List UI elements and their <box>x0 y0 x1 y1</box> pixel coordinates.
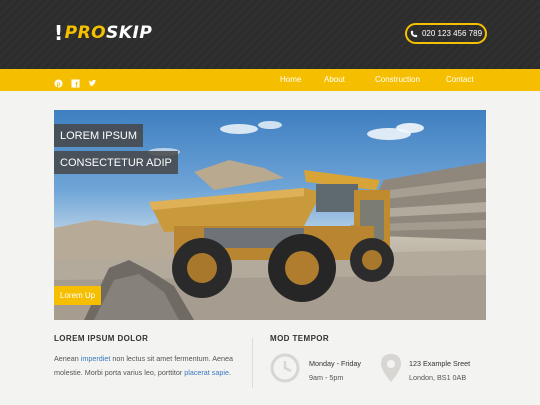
nav-bar: p f Home About Construction Contact <box>0 69 540 91</box>
logo-skip: SKIP <box>106 23 153 43</box>
twitter-icon[interactable] <box>88 75 97 87</box>
opening-hours: Monday - Friday 9am - 5pm <box>309 357 361 385</box>
address-line-1: 123 Example Sreet <box>409 359 471 368</box>
column-divider <box>252 338 253 388</box>
logo-pro: PRO <box>64 23 107 43</box>
phone-number: 020 123 456 789 <box>421 29 483 38</box>
hours-days: Monday - Friday <box>309 359 361 368</box>
nav-home[interactable]: Home <box>280 75 301 84</box>
contact-title: MOD TEMPOR <box>270 334 330 343</box>
placerat-link[interactable]: placerat sapie <box>184 368 229 377</box>
hero-heading-2: CONSECTETUR ADIP <box>54 151 178 174</box>
clock-icon <box>270 353 300 388</box>
location-pin-icon <box>380 353 402 388</box>
facebook-icon[interactable]: f <box>71 75 80 89</box>
logo-mark: ! <box>54 21 64 45</box>
nav-about[interactable]: About <box>324 75 345 84</box>
nav-contact[interactable]: Contact <box>446 75 474 84</box>
imperdiet-link[interactable]: imperdiet <box>81 354 111 363</box>
address: 123 Example Sreet London, BS1 0AB <box>409 357 470 385</box>
about-text-1: Aenean <box>54 354 79 363</box>
hero-banner: LOREM IPSUM CONSECTETUR ADIP Lorem Up <box>54 110 486 320</box>
hours-time: 9am - 5pm <box>309 373 344 382</box>
social-links: p f <box>54 75 97 89</box>
phone-icon <box>410 30 418 37</box>
pinterest-icon[interactable]: p <box>54 75 63 88</box>
about-title: LOREM IPSUM DOLOR <box>54 334 149 343</box>
svg-text:p: p <box>57 81 61 88</box>
address-line-2: London, BS1 0AB <box>409 373 467 382</box>
about-paragraph: Aenean imperdiet non lectus sit amet fer… <box>54 352 244 380</box>
hero-heading-1: LOREM IPSUM <box>54 124 144 147</box>
top-header: ! PRO SKIP 020 123 456 789 <box>0 0 540 69</box>
logo[interactable]: ! PRO SKIP <box>54 20 152 46</box>
hero-cta-button[interactable]: Lorem Up <box>54 286 102 305</box>
phone-button[interactable]: 020 123 456 789 <box>405 23 487 44</box>
nav-construction[interactable]: Construction <box>375 75 420 84</box>
about-text-3: . <box>228 368 231 377</box>
